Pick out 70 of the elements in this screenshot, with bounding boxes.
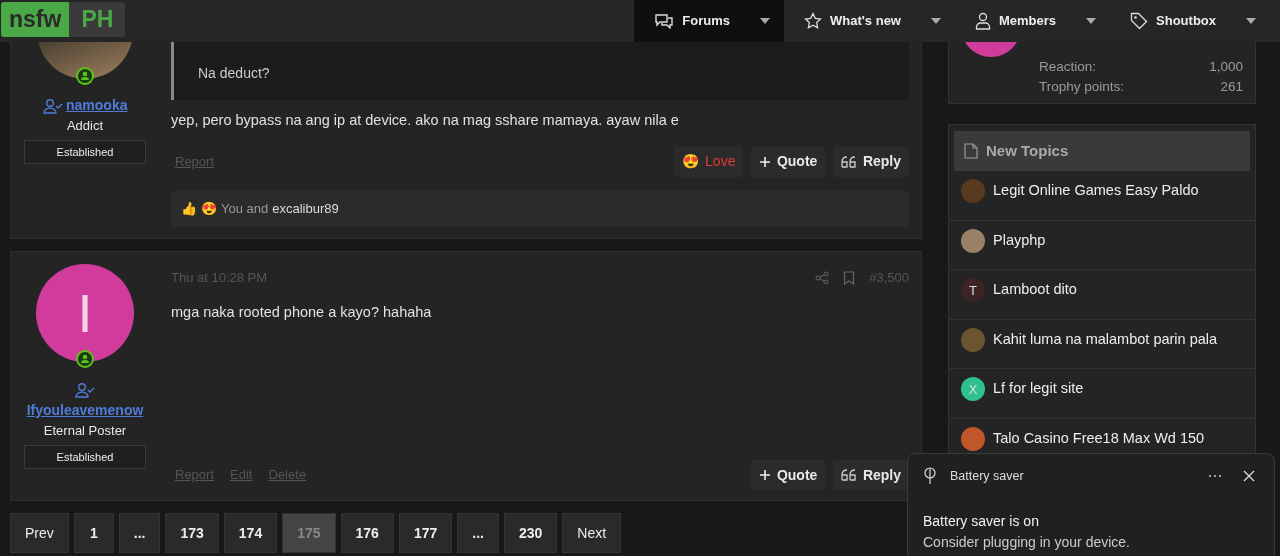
- topic-link[interactable]: Kahit luma na malambot parin pala: [993, 328, 1218, 351]
- reactions-text: You and: [221, 200, 269, 218]
- user-title: Eternal Poster: [43, 422, 127, 440]
- star-icon: [804, 12, 822, 30]
- nav-tab[interactable]: Members: [955, 0, 1111, 42]
- reply-button[interactable]: Reply: [832, 460, 909, 490]
- topic-link[interactable]: Playphp: [993, 229, 1046, 252]
- logo-text[interactable]: nsfw: [1, 2, 70, 37]
- user-banner: Established: [24, 139, 146, 164]
- nav-tab[interactable]: Forums: [634, 0, 784, 42]
- widget-header: New Topics: [954, 131, 1250, 171]
- page-link[interactable]: Next: [562, 513, 622, 553]
- quote-button[interactable]: Quote: [750, 460, 826, 490]
- caret-icon: [1246, 18, 1256, 24]
- page-link[interactable]: 177: [398, 513, 453, 553]
- topic-link[interactable]: Talo Casino Free18 Max Wd 150: [993, 427, 1205, 450]
- logo-text[interactable]: PH: [69, 2, 126, 37]
- page-link[interactable]: 174: [223, 513, 278, 553]
- avatar-letter: I: [77, 281, 93, 345]
- love-button[interactable]: 😍 Love: [674, 146, 744, 177]
- tag-icon: [1130, 12, 1149, 30]
- page-link[interactable]: 1: [73, 513, 114, 553]
- app-name: Battery saver: [950, 468, 1024, 485]
- quote-button[interactable]: Quote: [750, 146, 826, 177]
- stat-value: 261: [1220, 78, 1243, 96]
- plus-icon: [758, 469, 771, 481]
- person-icon: [975, 12, 991, 30]
- page-link[interactable]: 173: [165, 513, 219, 553]
- stat-label: Trophy points:: [1039, 78, 1125, 96]
- chat-icon: [654, 13, 675, 29]
- username-link[interactable]: Ifyouleavemenow: [23, 400, 147, 421]
- topic-link[interactable]: Legit Online Games Easy Paldo: [993, 180, 1199, 203]
- page-link[interactable]: ...: [118, 513, 161, 553]
- page-link[interactable]: Prev: [10, 513, 69, 553]
- more-icon: [1208, 474, 1222, 479]
- plus-icon: [758, 155, 771, 168]
- user-check-icon: [42, 97, 63, 114]
- stat-value: 1,000: [1209, 58, 1243, 76]
- avatar-circle: T: [961, 278, 985, 303]
- caret-icon: [931, 18, 941, 24]
- thumbs-up-emoji-icon: 👍: [181, 199, 197, 219]
- topic-link[interactable]: Lamboot dito: [993, 279, 1077, 302]
- nav-tab[interactable]: Shoutbox: [1110, 0, 1280, 42]
- page-link[interactable]: 230: [503, 513, 558, 553]
- avatar-circle: X: [961, 377, 985, 402]
- bookmark-icon: [843, 270, 856, 285]
- stat-label: Reaction:: [1039, 58, 1097, 76]
- heart-eyes-emoji-icon: 😍: [682, 151, 700, 173]
- document-icon: [964, 143, 978, 159]
- quote-marks-icon: [840, 155, 857, 168]
- user-title: Addict: [66, 117, 104, 135]
- toast-message: Consider plugging in your device.: [923, 532, 1131, 552]
- close-icon[interactable]: [1243, 470, 1255, 483]
- page-link[interactable]: 176: [340, 513, 394, 553]
- caret-icon: [1086, 18, 1097, 24]
- post-message: mga naka rooted phone a kayo? hahaha: [171, 302, 433, 322]
- quote-marks-icon: [840, 469, 857, 481]
- heart-eyes-emoji-icon: 😍: [201, 199, 217, 219]
- share-icon: [815, 270, 830, 285]
- user-banner: Established: [24, 444, 146, 469]
- page-link[interactable]: ...: [457, 513, 499, 553]
- reply-button[interactable]: Reply: [832, 146, 909, 177]
- topic-link[interactable]: Lf for legit site: [993, 378, 1084, 401]
- toast-title: Battery saver is on: [923, 511, 1040, 531]
- post-message: yep, pero bypass na ang ip at device. ako na mag sshare mamaya. ayaw nila e: [171, 111, 680, 130]
- caret-icon: [760, 18, 770, 24]
- username-link[interactable]: namooka: [66, 95, 128, 116]
- pin-icon: [923, 467, 937, 486]
- user-check-icon: [75, 382, 95, 398]
- reaction-user-link[interactable]: excalibur89: [272, 199, 339, 219]
